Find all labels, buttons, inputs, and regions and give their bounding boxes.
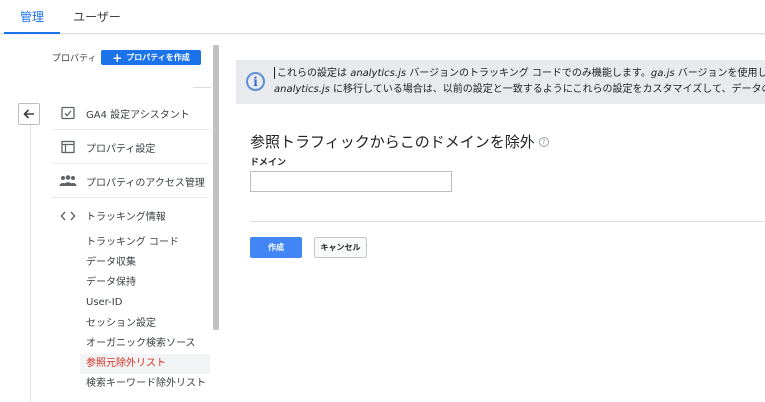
divider <box>250 221 765 222</box>
create-property-label: プロパティを作成 <box>126 53 190 62</box>
sidebar-item-tracking-info[interactable]: トラッキング情報 <box>52 199 210 232</box>
sidebar-subitem-search-term-exclusion-list[interactable]: 検索キーワード除外リスト <box>80 374 210 394</box>
top-navigation: 管理 ユーザー <box>0 0 765 34</box>
sidebar-item-label: トラッキング情報 <box>86 212 166 223</box>
divider <box>30 115 31 402</box>
people-icon <box>58 173 78 189</box>
sidebar-subitem-organic-search-sources[interactable]: オーガニック検索ソース <box>80 334 210 354</box>
tab-users[interactable]: ユーザー <box>62 0 132 34</box>
cancel-button[interactable]: キャンセル <box>314 237 367 258</box>
page-title: 参照トラフィックからこのドメインを除外 ? <box>250 131 549 152</box>
window-icon <box>58 139 78 155</box>
info-banner-text: これらの設定は analytics.js バージョンのトラッキング コードでのみ… <box>274 67 765 95</box>
help-icon[interactable]: ? <box>538 136 549 147</box>
checklist-icon <box>58 105 78 121</box>
create-button[interactable]: 作成 <box>250 237 302 258</box>
sidebar: プロパティ + プロパティを作成 GA4 設定アシスタント プロパティ設定 プロ… <box>0 35 222 402</box>
plus-icon: + <box>112 50 123 65</box>
sidebar-subitem-user-id[interactable]: User-ID <box>80 293 210 313</box>
back-button[interactable] <box>18 103 40 125</box>
property-label: プロパティ <box>52 54 97 64</box>
code-icon <box>58 208 78 224</box>
arrow-left-icon <box>23 109 34 119</box>
sidebar-item-label: GA4 設定アシスタント <box>86 109 190 121</box>
info-banner: i これらの設定は analytics.js バージョンのトラッキング コードで… <box>236 60 765 104</box>
domain-input[interactable] <box>250 171 452 192</box>
sidebar-item-label: プロパティのアクセス管理 <box>86 177 205 189</box>
main-content: i これらの設定は analytics.js バージョンのトラッキング コードで… <box>222 35 765 402</box>
sidebar-item-property-settings[interactable]: プロパティ設定 <box>52 131 210 164</box>
sidebar-item-access-management[interactable]: プロパティのアクセス管理 <box>52 165 210 198</box>
sidebar-subitem-data-collection[interactable]: データ収集 <box>80 253 210 273</box>
sidebar-subitem-session-settings[interactable]: セッション設定 <box>80 314 210 334</box>
sidebar-scrollbar[interactable] <box>213 45 219 330</box>
divider <box>193 87 211 88</box>
create-property-button[interactable]: + プロパティを作成 <box>101 50 201 65</box>
tab-admin[interactable]: 管理 <box>4 0 60 34</box>
info-icon: i <box>246 72 265 91</box>
sidebar-item-ga4-setup[interactable]: GA4 設定アシスタント <box>52 97 210 130</box>
sidebar-subitem-referral-exclusion-list[interactable]: 参照元除外リスト <box>80 354 210 374</box>
sidebar-subitem-tracking-code[interactable]: トラッキング コード <box>80 233 210 253</box>
domain-label: ドメイン <box>250 158 287 168</box>
sidebar-item-label: プロパティ設定 <box>86 143 156 155</box>
sidebar-subitem-data-retention[interactable]: データ保持 <box>80 273 210 293</box>
